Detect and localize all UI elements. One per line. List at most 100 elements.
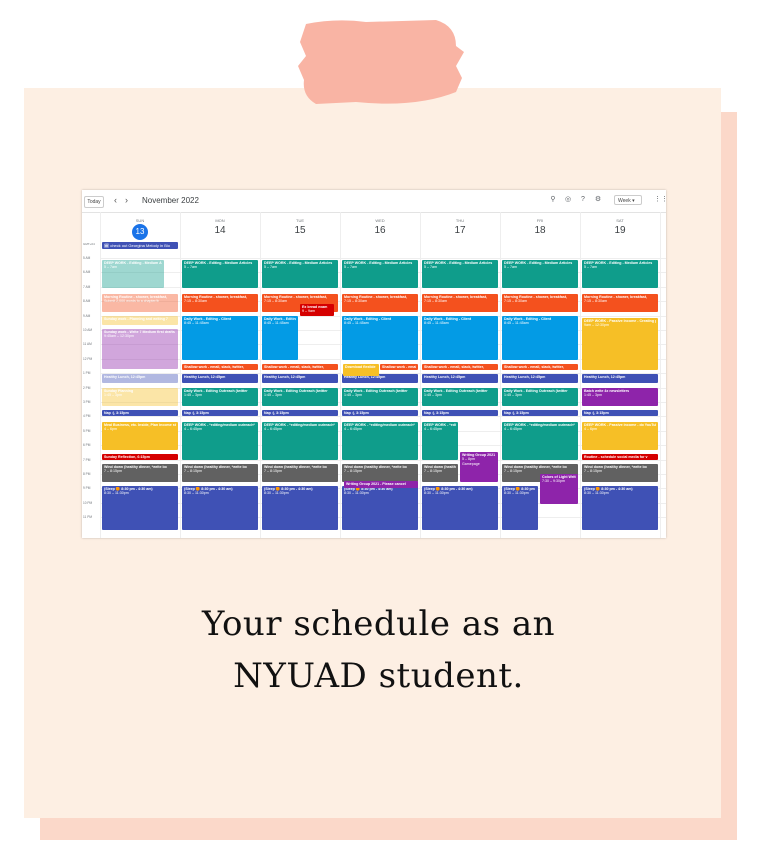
day-number[interactable]: 18: [532, 224, 548, 240]
day-header-mon[interactable]: MON 14: [180, 218, 260, 240]
day-number[interactable]: 15: [292, 224, 308, 240]
event-deep-work-fri[interactable]: DEEP WORK - Editing - Medium Articles 5 –…: [502, 260, 578, 288]
event-batch-write[interactable]: Batch write 4x newsletters 1:45 – 3pm: [582, 388, 658, 406]
event-morning-routine-thu[interactable]: Morning Routine - shower, breakfast, 7:15…: [422, 294, 498, 312]
event-nap-mon[interactable]: Nap :), 3:15pm: [182, 410, 258, 416]
event-passive-income[interactable]: DEEP WORK - Passive income - Creating pr…: [582, 318, 658, 370]
event-outreach-fri[interactable]: Daily Work - Editing Outreach (twitter 1:…: [502, 388, 578, 406]
day-header-wed[interactable]: WED 16: [340, 218, 420, 240]
event-shallow-work-mon[interactable]: Shallow work - email, slack, twitter,: [182, 364, 258, 370]
chevron-left-icon[interactable]: ‹: [114, 194, 117, 206]
event-morning-routine-wed[interactable]: Morning Routine - shower, breakfast, 7:15…: [342, 294, 418, 312]
gear-icon[interactable]: ⚙: [594, 196, 602, 204]
day-number[interactable]: 14: [212, 224, 228, 240]
event-wind-down-tue[interactable]: Wind down (healthy dinner, *write bo 7 – …: [262, 464, 338, 482]
event-sleep-tue[interactable]: (Sleep 🟠 8:30 pm - 4:30 am) 8:30 – 11:30p…: [262, 486, 338, 530]
event-colors-of-light[interactable]: Colors of Light Writing Group7:30 – 9:30…: [540, 474, 578, 504]
day-number[interactable]: 16: [372, 224, 388, 240]
event-morning-sat[interactable]: Morning Routine - shower, breakfast, 7:15…: [582, 294, 658, 312]
search-icon[interactable]: ⚲: [549, 196, 557, 204]
day-number[interactable]: 17: [452, 224, 468, 240]
event-deep-outreach-tue[interactable]: DEEP WORK - *editing/medium outreach* 4 –…: [262, 422, 338, 460]
event-nap-thu[interactable]: Nap :), 3:15pm: [422, 410, 498, 416]
event-deep-work-sun[interactable]: DEEP WORK - Editing - Medium Articles5 –…: [102, 260, 164, 288]
event-daily-work-fri[interactable]: Daily Work - Editing - Client 8:45 – 11:4…: [502, 316, 578, 360]
event-sleep-sat[interactable]: (Sleep 🟠 8:30 pm - 4:30 am) 8:30 – 11:30p…: [582, 486, 658, 530]
event-deep-outreach-fri[interactable]: DEEP WORK - *editing/medium outreach* 4 –…: [502, 422, 578, 460]
view-select[interactable]: Week ▾: [614, 195, 642, 205]
event-deep-work-sat[interactable]: DEEP WORK - Editing - Medium Articles 5 –…: [582, 260, 658, 288]
event-morning-routine-mon[interactable]: Morning Routine - shower, breakfast, 7:15…: [182, 294, 258, 312]
help-icon[interactable]: ?: [579, 196, 587, 204]
event-morning-routine-fri[interactable]: Morning Routine - shower, breakfast, 7:15…: [502, 294, 578, 312]
event-deep-work-tue[interactable]: DEEP WORK - Editing - Medium Articles 5 –…: [262, 260, 338, 288]
event-lunch-mon[interactable]: Healthy Lunch, 12:45pm: [182, 374, 258, 383]
event-outreach-mon[interactable]: Daily Work - Editing Outreach (twitter 1:…: [182, 388, 258, 406]
status-icon[interactable]: ◎: [564, 196, 572, 204]
event-shallow-work-wed[interactable]: Shallow work - email, slack, twitter,: [380, 364, 418, 370]
event-sunday-planning[interactable]: Sunday Planning 1:45 – 3pm: [102, 388, 178, 406]
event-writing-group-2021[interactable]: Writing Group 2021 - Please cancel: [344, 481, 418, 488]
event-lunch-fri[interactable]: Healthy Lunch, 12:45pm: [502, 374, 578, 383]
today-button[interactable]: Today: [84, 196, 104, 208]
event-daily-work-tue[interactable]: Daily Work - Editing - Client8:45 – 11:4…: [262, 316, 298, 360]
event-deep-work-mon[interactable]: DEEP WORK - Editing - Medium Articles 5 –…: [182, 260, 258, 288]
day-header-thu[interactable]: THU 17: [420, 218, 500, 240]
chevron-right-icon[interactable]: ›: [125, 194, 128, 206]
event-shallow-work-tue[interactable]: Shallow work - email, slack, twitter,: [262, 364, 338, 370]
event-lunch-sun[interactable]: Healthy Lunch, 12:45pm: [102, 374, 178, 383]
event-outreach-thu[interactable]: Daily Work - Editing Outreach (twitter 1:…: [422, 388, 498, 406]
event-outreach-wed[interactable]: Daily Work - Editing Outreach (twitter 1:…: [342, 388, 418, 406]
event-shallow-work-thu[interactable]: Shallow work - email, slack, twitter,: [422, 364, 498, 370]
event-sunday-writing[interactable]: Sunday work - Write 7 Medium first draft…: [102, 329, 178, 369]
event-outreach-tue[interactable]: Daily Work - Editing Outreach (twitter 1:…: [262, 388, 338, 406]
event-download[interactable]: Download flexible: [343, 364, 379, 376]
event-lunch-tue[interactable]: Healthy Lunch, 12:45pm: [262, 374, 338, 383]
event-nap-sun[interactable]: Nap :), 3:15pm: [102, 410, 178, 416]
event-time: 4 – 6:45pm: [184, 427, 202, 432]
event-wind-down-mon[interactable]: Wind down (healthy dinner, *write bo 7 – …: [182, 464, 258, 482]
event-ex-exam[interactable]: Ex bread exam 9 – 9am: [300, 304, 334, 316]
event-sub: Submit 2,000 words to a chapter/b: [104, 299, 159, 304]
apps-grid-icon[interactable]: ⋮⋮: [654, 196, 666, 204]
event-sleep-thu[interactable]: (Sleep 🟠 8:30 pm - 4:30 am) 8:30 – 11:30p…: [422, 486, 498, 530]
day-header-tue[interactable]: TUE 15: [260, 218, 340, 240]
event-shallow-work-fri[interactable]: Shallow work - email, slack, twitter,: [502, 364, 578, 370]
event-sleep-sun[interactable]: (Sleep 🟠 8:30 pm - 4:30 am) 8:30 – 11:30p…: [102, 486, 178, 530]
event-deep-outreach-mon[interactable]: DEEP WORK - *editing/medium outreach* 4 –…: [182, 422, 258, 460]
event-nap-fri[interactable]: Nap :), 3:15pm: [502, 410, 578, 416]
event-lunch-sat[interactable]: Healthy Lunch, 12:45pm: [582, 374, 658, 383]
event-deep-work-thu[interactable]: DEEP WORK - Editing - Medium Articles 5 –…: [422, 260, 498, 288]
event-morning-sun[interactable]: Morning Routine - shower, breakfast, Subm…: [102, 294, 178, 312]
event-writing-group[interactable]: Writing Group 2021 - Hey! We're5 – 8pmGa…: [460, 452, 498, 482]
event-schedule-social[interactable]: Routine - schedule social media for v: [582, 454, 658, 460]
event-daily-work-wed[interactable]: Daily Work - Editing - Client 8:45 – 11:4…: [342, 316, 418, 360]
event-sleep-mon[interactable]: (Sleep 🟠 8:30 pm - 4:30 am) 8:30 – 11:30p…: [182, 486, 258, 530]
event-sunday-reflection[interactable]: Sunday Reflection, 6:15pm: [102, 454, 178, 460]
event-nap-tue[interactable]: Nap :), 3:15pm: [262, 410, 338, 416]
day-header-fri[interactable]: FRI 18: [500, 218, 580, 240]
event-deep-outreach-wed[interactable]: DEEP WORK - *editing/medium outreach* 4 –…: [342, 422, 418, 460]
event-sleep-fri[interactable]: (Sleep 🟠 8:30 pm - 4:30 am)8:30 – 11:30p…: [502, 486, 538, 530]
event-wind-down-wed[interactable]: Wind down (healthy dinner, *write bo 7 – …: [342, 464, 418, 482]
event-nap-wed[interactable]: Nap :), 3:15pm: [342, 410, 418, 416]
event-nap-sat[interactable]: Nap :), 3:15pm: [582, 410, 658, 416]
event-time: 8:45 – 11:45am: [264, 321, 289, 326]
day-number[interactable]: 13: [132, 224, 148, 240]
event-meal[interactable]: Meal Business, etc. Inside, Plan income …: [102, 422, 178, 450]
day-header-sun[interactable]: SUN 13: [100, 218, 180, 240]
day-header-sat[interactable]: SAT 19: [580, 218, 660, 240]
allday-event[interactable]: 🗓 check out Georgina Melody in Bio: [102, 242, 178, 249]
event-lunch-thu[interactable]: Healthy Lunch, 12:45pm: [422, 374, 498, 383]
event-deep-outreach-thu[interactable]: DEEP WORK - *editing/medium outreach*4 –…: [422, 422, 458, 460]
event-daily-work-mon[interactable]: Daily Work - Editing - Client 8:45 – 11:4…: [182, 316, 258, 360]
event-passive-youtube[interactable]: DEEP WORK - Passive income - do YouTube …: [582, 422, 658, 450]
event-sleep-wed[interactable]: (Sleep 🟠 8:30 pm - 4:30 am) 8:30 – 11:30p…: [342, 486, 418, 530]
event-wind-down-sat[interactable]: Wind down (healthy dinner, *write bo 7 – …: [582, 464, 658, 482]
event-wind-down-sun[interactable]: Wind down (healthy dinner, *write bo 7 – …: [102, 464, 178, 482]
day-number[interactable]: 19: [612, 224, 628, 240]
event-sunday-work[interactable]: Sunday work - Planning and writing 7: [102, 316, 178, 325]
event-deep-work-wed[interactable]: DEEP WORK - Editing - Medium Articles 5 –…: [342, 260, 418, 288]
event-wind-down-thu[interactable]: Wind down (healthy dinner, *write bo7 – …: [422, 464, 458, 482]
event-daily-work-thu[interactable]: Daily Work - Editing - Client 8:45 – 11:4…: [422, 316, 498, 360]
